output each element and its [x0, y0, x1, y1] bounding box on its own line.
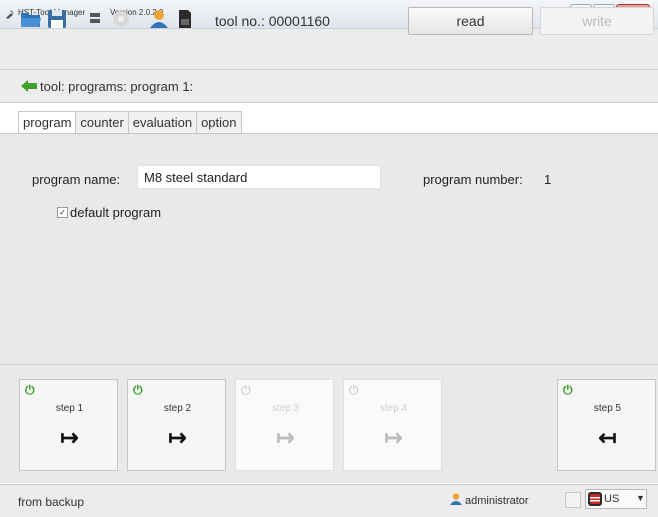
- read-button[interactable]: read: [408, 7, 533, 35]
- step-1-card[interactable]: ⏻ step 1 ↦: [19, 379, 118, 471]
- toolbar: [0, 29, 658, 70]
- tab-option[interactable]: option: [196, 111, 242, 134]
- arrow-right-to-bar-icon: ↦: [60, 425, 79, 450]
- status-source: from backup: [18, 495, 85, 509]
- user-icon[interactable]: [148, 8, 170, 30]
- status-bar: [0, 484, 658, 517]
- arrow-right-to-bar-icon: ↦: [384, 425, 403, 450]
- app-icon: [6, 10, 14, 19]
- sd-card-icon[interactable]: [174, 8, 196, 30]
- database-icon[interactable]: [84, 8, 106, 30]
- step-label: step 2: [163, 403, 192, 414]
- tab-bar: program counter evaluation option: [18, 111, 242, 134]
- step-label: step 5: [593, 403, 622, 414]
- program-name-label: program name:: [32, 172, 121, 187]
- program-number-label: program number:: [423, 172, 523, 187]
- power-icon: ⏻: [563, 383, 573, 397]
- language-value: US: [604, 493, 620, 505]
- step-label: step 3: [271, 403, 300, 414]
- step-5-card[interactable]: ⏻ step 5 ↤: [557, 379, 656, 471]
- program-name-input[interactable]: [137, 165, 381, 189]
- step-3-card[interactable]: ⏻ step 3 ↦: [235, 379, 334, 471]
- power-icon: ⏻: [133, 383, 143, 397]
- write-button[interactable]: write: [540, 7, 654, 35]
- tab-evaluation[interactable]: evaluation: [127, 111, 198, 134]
- us-flag-icon: [588, 492, 602, 506]
- power-icon: ⏻: [25, 383, 35, 397]
- step-label: step 4: [379, 403, 408, 414]
- power-icon: ⏻: [241, 383, 251, 397]
- folder-open-icon[interactable]: [20, 8, 42, 30]
- program-number-value: 1: [544, 172, 552, 187]
- step-2-card[interactable]: ⏻ step 2 ↦: [127, 379, 226, 471]
- step-label: step 1: [55, 403, 84, 414]
- default-program-checkbox[interactable]: ✓: [57, 207, 68, 218]
- arrow-right-to-bar-icon: ↦: [276, 425, 295, 450]
- tab-counter[interactable]: counter: [75, 111, 129, 134]
- breadcrumb: tool: programs: program 1:: [40, 79, 194, 94]
- arrow-right-to-bar-icon: ↦: [168, 425, 187, 450]
- power-icon: ⏻: [349, 383, 359, 397]
- administrator-icon: [450, 493, 462, 505]
- tool-number: tool no.: 00001160: [215, 13, 330, 29]
- user-name: administrator: [465, 495, 529, 507]
- back-arrow-icon[interactable]: [20, 77, 38, 95]
- tab-program[interactable]: program: [18, 111, 77, 134]
- status-toggle[interactable]: [565, 492, 581, 508]
- save-icon[interactable]: [46, 8, 68, 30]
- chevron-down-icon: ▼: [636, 493, 645, 503]
- default-program-label: default program: [70, 205, 162, 220]
- arrow-left-to-bar-icon: ↤: [598, 425, 617, 450]
- settings-icon[interactable]: [110, 8, 132, 30]
- step-4-card[interactable]: ⏻ step 4 ↦: [343, 379, 442, 471]
